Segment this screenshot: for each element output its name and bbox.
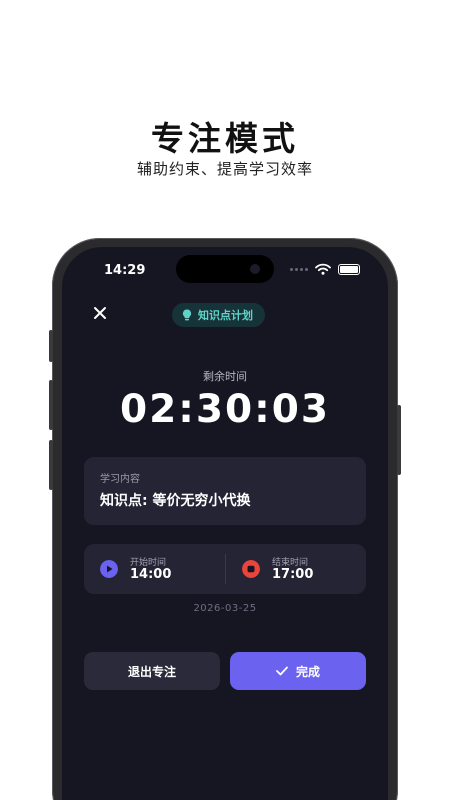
remaining-time-label: 剩余时间 <box>203 370 247 383</box>
status-indicators <box>290 263 360 275</box>
dynamic-island <box>176 255 274 283</box>
plan-type-label: 知识点计划 <box>198 309 253 322</box>
complete-label: 完成 <box>295 664 320 679</box>
plan-type-chip[interactable]: 知识点计划 <box>172 303 265 327</box>
end-time-value: 17:00 <box>272 567 314 582</box>
schedule-card: 开始时间 14:00 结束时间 17:00 <box>84 544 366 594</box>
signal-icon <box>290 267 308 271</box>
study-content-card: 学习内容 知识点: 等价无穷小代换 <box>84 457 366 525</box>
countdown-timer: 02:30:03 <box>119 387 330 432</box>
wifi-icon <box>315 263 331 275</box>
check-icon <box>276 666 288 676</box>
phone-side-button <box>397 405 401 475</box>
phone-side-button <box>49 380 53 430</box>
schedule-divider <box>225 554 226 584</box>
exit-focus-label: 退出专注 <box>127 664 176 679</box>
lightbulb-icon <box>182 309 192 321</box>
battery-icon <box>338 263 360 275</box>
phone-side-button <box>49 330 53 362</box>
promo-subtitle: 辅助约束、提高学习效率 <box>136 160 313 178</box>
exit-focus-button[interactable]: 退出专注 <box>84 652 220 690</box>
camera-icon <box>250 264 260 274</box>
complete-button[interactable]: 完成 <box>230 652 366 690</box>
promo-title: 专注模式 <box>151 119 299 158</box>
play-icon <box>100 560 118 578</box>
phone-side-button <box>49 440 53 490</box>
stop-icon <box>242 560 260 578</box>
app-screen: 14:29 知识点计划 剩余时间 02:30:03 学习内容 知识点: 等价无穷… <box>62 247 388 800</box>
close-icon[interactable] <box>92 305 108 321</box>
session-date: 2026-03-25 <box>193 603 257 614</box>
study-content-text: 知识点: 等价无穷小代换 <box>100 493 251 509</box>
study-content-label: 学习内容 <box>100 474 140 485</box>
start-time-value: 14:00 <box>130 567 172 582</box>
status-time: 14:29 <box>104 263 146 278</box>
